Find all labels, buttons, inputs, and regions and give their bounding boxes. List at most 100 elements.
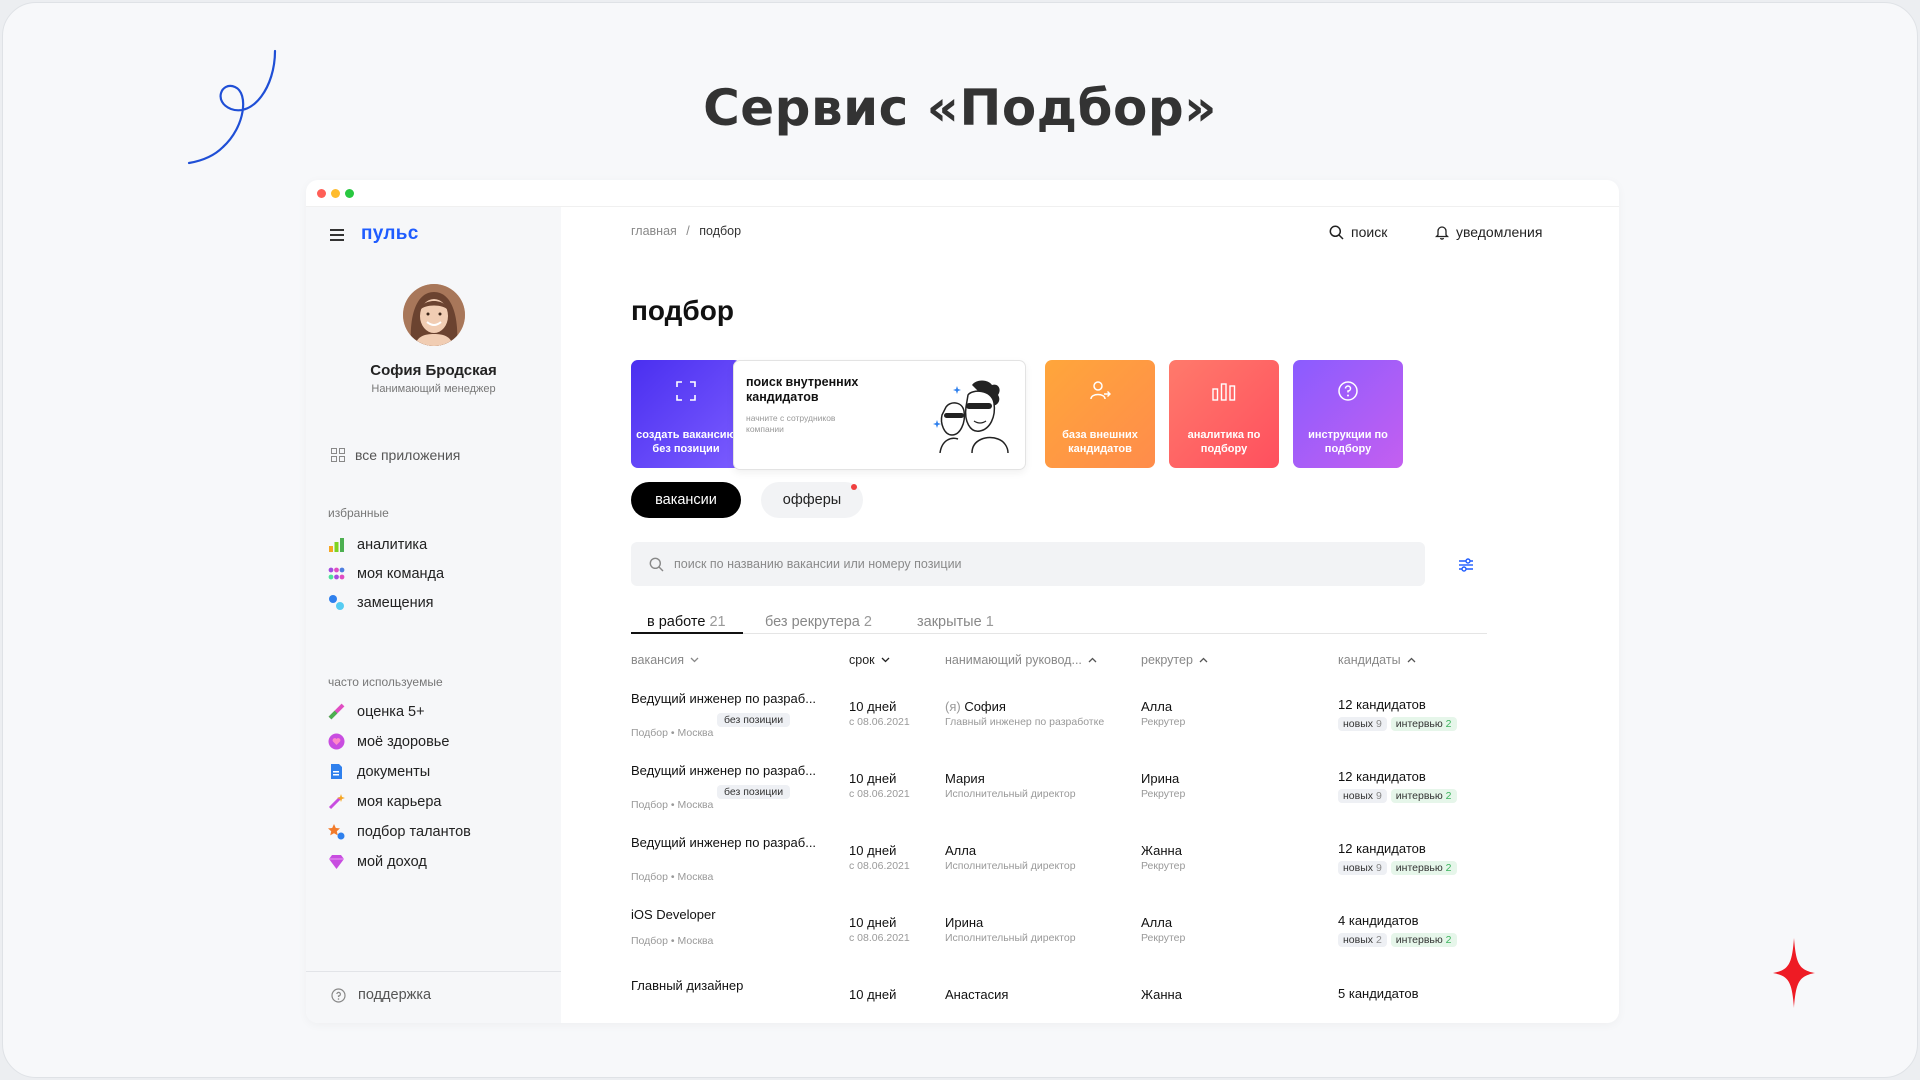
sidebar-item-career[interactable]: моя карьера (328, 793, 441, 810)
vacancies-pill[interactable]: вакансии (631, 482, 741, 518)
candidates-count: 12 кандидатов (1338, 769, 1426, 784)
manager-role: Главный инженер по разработке (945, 716, 1105, 728)
search-label: поиск (1351, 224, 1388, 240)
deadline: 10 дней (849, 987, 897, 1002)
table-row[interactable]: iOS Developer Подбор • Москва 10 дней с … (631, 907, 1511, 979)
support-link[interactable]: поддержка (331, 987, 431, 1003)
column-recruiter[interactable]: рекрутер (1141, 653, 1208, 667)
support-label: поддержка (358, 987, 432, 1003)
interview-chip: интервью 2 (1390, 789, 1457, 803)
table-row[interactable]: Ведущий инженер по разраб... Подбор • Мо… (631, 835, 1511, 907)
candidates-count: 12 кандидатов (1338, 841, 1426, 856)
chip-label: интервью (1395, 862, 1443, 874)
maximize-window-button[interactable] (345, 189, 354, 198)
close-window-button[interactable] (317, 189, 326, 198)
vacancy-title: Ведущий инженер по разраб... (631, 763, 817, 778)
sidebar-item-income[interactable]: мой доход (328, 853, 427, 870)
search-button[interactable]: поиск (1329, 224, 1387, 240)
vacancy-search-field[interactable] (631, 542, 1425, 586)
sidebar-item-analytics[interactable]: аналитика (328, 536, 427, 553)
external-candidates-tile[interactable]: база внешних кандидатов (1045, 360, 1155, 468)
tab-closed[interactable]: закрытые 1 (917, 614, 994, 630)
help-icon (331, 987, 346, 1003)
minimize-window-button[interactable] (331, 189, 340, 198)
offers-pill[interactable]: офферы (761, 482, 863, 518)
new-candidates-chip: новых 2 (1338, 933, 1387, 947)
breadcrumb-home[interactable]: главная (631, 224, 677, 238)
recruiter-name: Жанна (1141, 843, 1182, 858)
slide-title: Сервис «Подбор» (703, 79, 1217, 137)
breadcrumb-current: подбор (699, 224, 742, 238)
sidebar-item-health[interactable]: моё здоровье (328, 733, 449, 750)
offers-label: офферы (782, 492, 842, 508)
table-row[interactable]: Ведущий инженер по разраб... без позиции… (631, 691, 1511, 763)
vacancy-search-input[interactable] (674, 557, 1374, 571)
chip-count: 9 (1375, 718, 1382, 730)
tab-in-progress[interactable]: в работе 21 (647, 614, 726, 630)
deadline: 10 дней (849, 843, 897, 858)
app-window: пульс София Бродская Нанимающий менеджер (306, 180, 1619, 1023)
status-tabs: в работе 21 без рекрутера 2 закрытые 1 (631, 602, 1487, 634)
candidate-chips: новых 9 интервью 2 (1338, 786, 1461, 804)
deadline: 10 дней (849, 771, 897, 786)
column-deadline[interactable]: срок (849, 653, 890, 667)
sidebar-item-label: моя команда (357, 565, 445, 582)
table-row[interactable]: Главный дизайнер 10 дней Анастасия Жанна… (631, 978, 1511, 1023)
tab-no-recruiter[interactable]: без рекрутера 2 (765, 614, 872, 630)
income-icon (329, 855, 344, 869)
document-icon (331, 764, 342, 779)
user-name: София Бродская (370, 362, 497, 379)
manager-role: Исполнительный директор (945, 860, 1076, 872)
frame-icon (676, 381, 696, 401)
sidebar-item-label: моя карьера (357, 793, 442, 810)
vacancy-meta: Подбор • Москва (631, 871, 714, 883)
app-logo[interactable]: пульс (361, 223, 419, 245)
user-arrow-icon (1090, 381, 1111, 400)
tab-count: 21 (709, 614, 726, 630)
manager-role: Исполнительный директор (945, 932, 1076, 944)
team-icon (328, 567, 345, 580)
deadline-since: с 08.06.2021 (849, 932, 910, 944)
recruiter-name: Алла (1141, 915, 1173, 930)
filter-icon[interactable] (1458, 557, 1474, 573)
avatar[interactable] (403, 284, 465, 346)
career-icon (328, 794, 345, 810)
column-manager[interactable]: нанимающий руковод... (945, 653, 1097, 667)
recruiter-role: Рекрутер (1141, 932, 1186, 944)
vacancy-title: Ведущий инженер по разраб... (631, 835, 817, 850)
chip-label: интервью (1395, 790, 1443, 802)
all-apps-label: все приложения (355, 447, 461, 463)
sidebar-item-rating[interactable]: оценка 5+ (328, 703, 425, 720)
sidebar-item-label: документы (357, 763, 431, 780)
vacancy-meta: Подбор • Москва (631, 727, 714, 739)
sidebar-item-team[interactable]: моя команда (328, 565, 444, 582)
vacancy-title: Ведущий инженер по разраб... (631, 691, 817, 706)
sidebar-item-substitutions[interactable]: замещения (328, 594, 434, 611)
menu-icon[interactable] (330, 229, 344, 244)
manager-name-text: София (964, 699, 1006, 714)
user-role: Нанимающий менеджер (371, 383, 496, 395)
notifications-button[interactable]: уведомления (1435, 224, 1542, 240)
column-label: кандидаты (1338, 653, 1401, 667)
frequent-title: часто используемые (328, 675, 443, 689)
external-candidates-label: база внешних кандидатов (1062, 429, 1138, 455)
chip-label: новых (1343, 718, 1374, 730)
column-vacancy[interactable]: вакансия (631, 653, 699, 667)
column-candidates[interactable]: кандидаты (1338, 653, 1416, 667)
notifications-label: уведомления (1456, 224, 1543, 240)
recruiter-role: Рекрутер (1141, 860, 1186, 872)
create-vacancy-tile[interactable]: создать вакансию без позиции (631, 360, 741, 468)
table-row[interactable]: Ведущий инженер по разраб... без позиции… (631, 763, 1511, 835)
instructions-label: инструкции по подбору (1308, 429, 1388, 455)
instructions-tile[interactable]: инструкции по подбору (1293, 360, 1403, 468)
recruitment-analytics-tile[interactable]: аналитика по подбору (1169, 360, 1279, 468)
sidebar-item-documents[interactable]: документы (328, 763, 430, 780)
all-apps-link[interactable]: все приложения (331, 447, 460, 463)
internal-candidates-card[interactable]: поиск внутренних кандидатов начните с со… (733, 360, 1026, 470)
candidate-chips: новых 9 интервью 2 (1338, 858, 1461, 876)
slide: Сервис «Подбор» пульс София Бродская Нан… (2, 2, 1918, 1078)
sidebar-item-talent[interactable]: подбор талантов (328, 823, 471, 840)
chevron-down-icon (690, 657, 699, 663)
manager-name: (я) София (945, 699, 1006, 714)
page-title: подбор (631, 295, 734, 326)
